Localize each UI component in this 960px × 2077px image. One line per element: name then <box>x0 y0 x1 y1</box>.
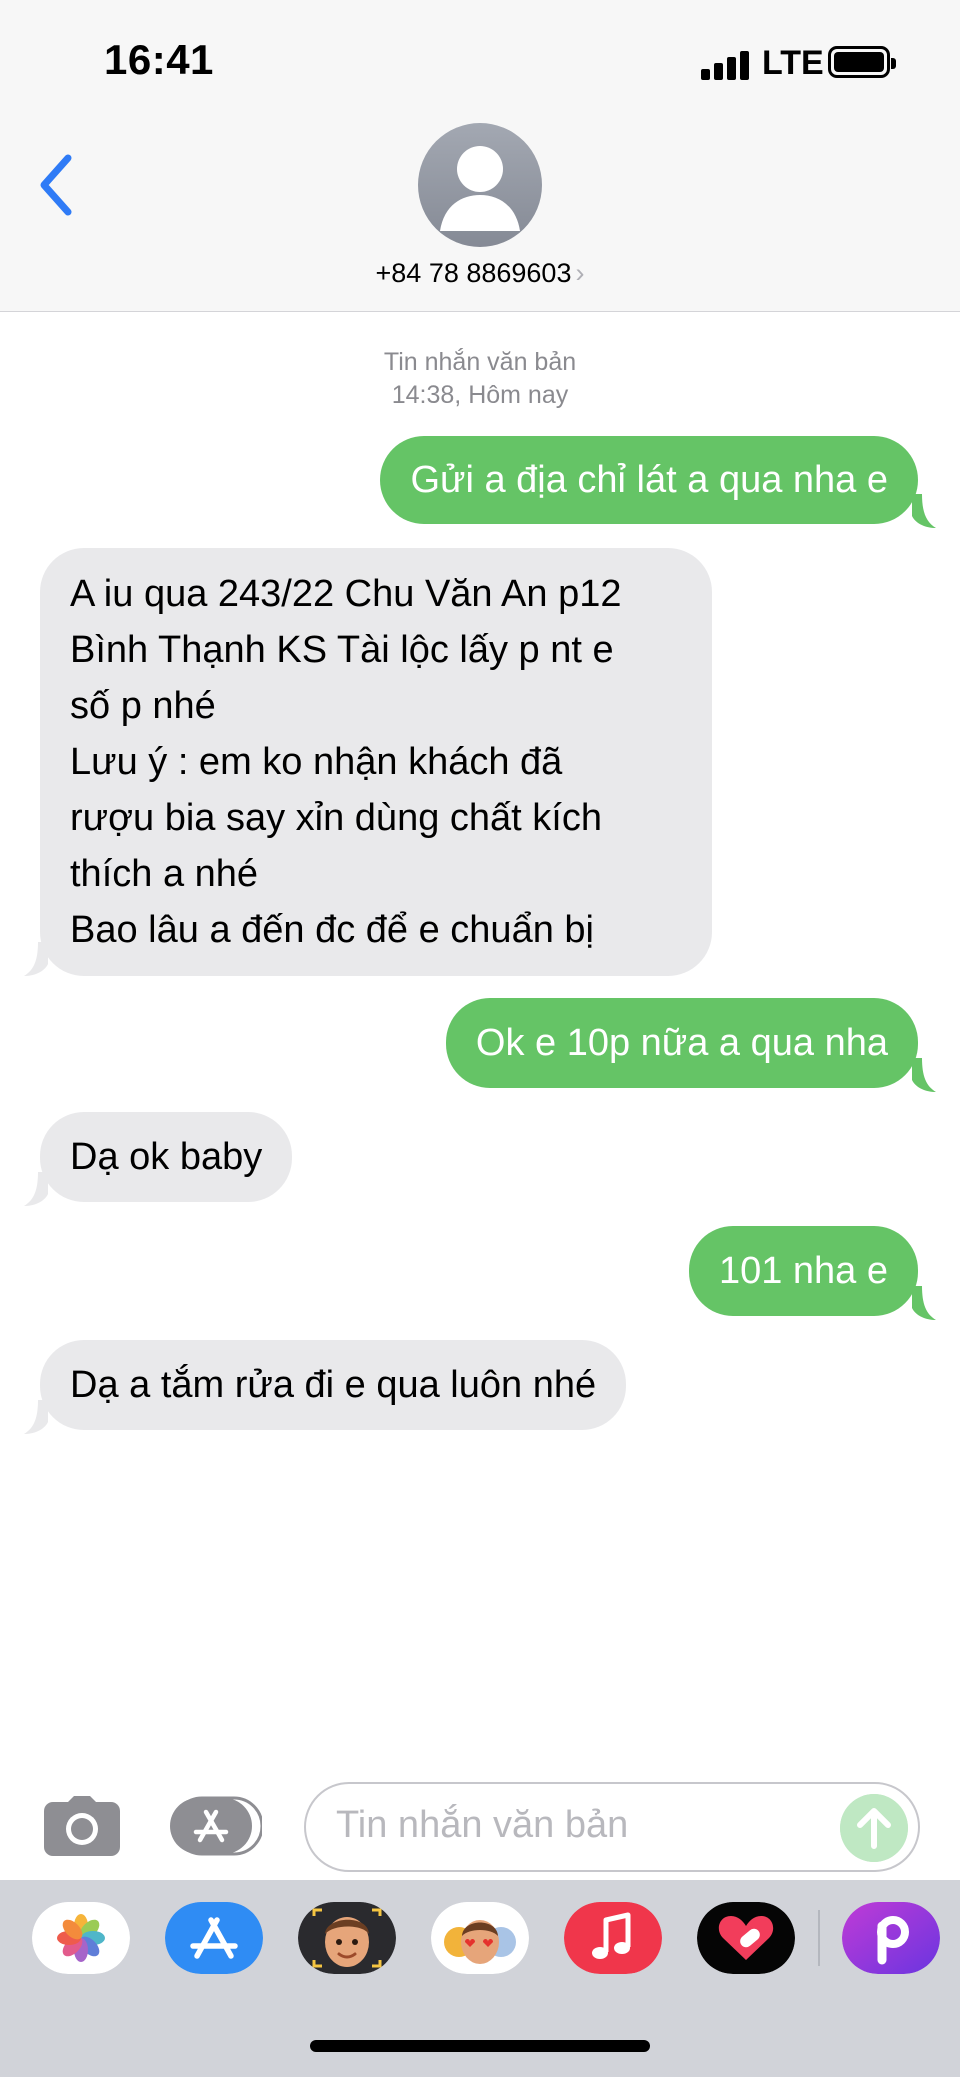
contact-avatar[interactable] <box>418 123 542 247</box>
timestamp-type: Tin nhắn văn bản <box>383 348 577 376</box>
app-store-app-button[interactable] <box>165 1902 263 1974</box>
apps-button[interactable] <box>170 1796 262 1856</box>
back-button[interactable] <box>32 150 82 220</box>
bubble-tail <box>24 942 48 976</box>
picsart-app-button[interactable] <box>842 1902 940 1974</box>
outgoing-message[interactable]: Gửi a địa chỉ lát a qua nha e <box>380 436 918 524</box>
status-time: 16:41 <box>104 36 214 83</box>
bubble-tail <box>912 1058 936 1092</box>
outgoing-message[interactable]: Ok e 10p nữa a qua nha <box>445 998 918 1088</box>
message-line: Bình Thạnh KS Tài lộc lấy p nt e <box>70 629 614 671</box>
status-bar: 16:41 LTE <box>0 0 960 120</box>
chevron-left-icon <box>40 154 72 216</box>
bubble-tail <box>912 494 936 528</box>
conversation-header: +84 78 8869603 › <box>0 120 960 312</box>
memoji-app-button[interactable] <box>298 1902 396 1974</box>
photos-app-button[interactable] <box>32 1902 130 1974</box>
contact-number[interactable]: +84 78 8869603 › <box>0 258 960 289</box>
contact-number-text: +84 78 8869603 <box>375 258 572 288</box>
outgoing-message[interactable]: 101 nha e <box>688 1226 918 1316</box>
message-text: Gửi a địa chỉ lát a qua nha e <box>410 459 888 501</box>
message-line: thích a nhé <box>70 853 259 895</box>
camera-icon <box>44 1796 120 1856</box>
bubble-tail <box>912 1286 936 1320</box>
message-input-placeholder: Tin nhắn văn bản <box>336 1804 629 1846</box>
incoming-message[interactable]: Dạ a tắm rửa đi e qua luôn nhé <box>40 1340 627 1430</box>
contact-chevron: › <box>575 258 585 288</box>
incoming-message[interactable]: A iu qua 243/22 Chu Văn An p12 Bình Thạn… <box>40 548 712 976</box>
message-line: Lưu ý : em ko nhận khách đã <box>70 741 563 783</box>
photos-icon <box>57 1914 105 1962</box>
message-line: Bao lâu a đến đc để e chuẩn bị <box>70 909 594 951</box>
drawer-divider <box>818 1910 820 1966</box>
timestamp-time: 14:38, Hôm nay <box>391 381 569 409</box>
message-text: Dạ ok baby <box>70 1136 263 1178</box>
battery-icon <box>828 46 896 78</box>
message-text: Ok e 10p nữa a qua nha <box>475 1022 888 1064</box>
bubble-tail <box>24 1172 48 1206</box>
music-app-button[interactable] <box>564 1902 662 1974</box>
signal-bars-icon <box>701 50 749 80</box>
message-line: số p nhé <box>70 685 216 727</box>
send-button[interactable] <box>840 1794 908 1862</box>
bubble-tail <box>24 1400 48 1434</box>
camera-button[interactable] <box>44 1796 120 1856</box>
home-indicator[interactable] <box>310 2040 650 2052</box>
message-line: A iu qua 243/22 Chu Văn An p12 <box>70 573 622 615</box>
animoji-stickers-app-button[interactable] <box>431 1902 529 1974</box>
app-store-icon <box>170 1796 262 1856</box>
incoming-message[interactable]: Dạ ok baby <box>40 1112 293 1202</box>
message-line: rượu bia say xỉn dùng chất kích <box>70 797 602 839</box>
message-text: 101 nha e <box>718 1250 888 1292</box>
message-input[interactable]: Tin nhắn văn bản <box>304 1782 920 1872</box>
person-silhouette-icon <box>440 146 520 231</box>
conversation-timestamp: Tin nhắn văn bản 14:38, Hôm nay <box>0 346 960 412</box>
network-label: LTE <box>762 44 824 82</box>
digital-touch-app-button[interactable] <box>697 1902 795 1974</box>
message-text: Dạ a tắm rửa đi e qua luôn nhé <box>70 1364 597 1406</box>
